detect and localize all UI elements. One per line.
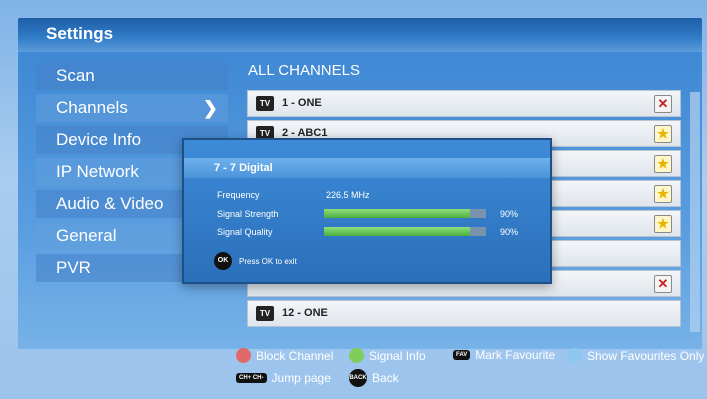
signal-info-dialog: 7 - 7 Digital Frequency 226.5 MHz Signal… [182, 138, 552, 284]
signal-strength-fill [324, 209, 470, 218]
chevron-right-icon: ❯ [202, 98, 218, 118]
favourite-star-icon: ★ [654, 185, 672, 203]
tv-icon: TV [256, 306, 274, 321]
signal-quality-bar [324, 227, 486, 236]
tv-icon: TV [256, 96, 274, 111]
channel-row[interactable]: TV 12 - ONE [247, 300, 681, 327]
signal-strength-bar [324, 209, 486, 218]
sidebar-item-label: IP Network [56, 162, 139, 181]
sidebar-item-label: Audio & Video [56, 194, 164, 213]
green-button-icon [349, 348, 364, 363]
favourite-star-icon: ★ [654, 155, 672, 173]
signal-strength-value: 90% [500, 209, 519, 219]
sidebar-item-label: PVR [56, 258, 91, 277]
sidebar-item-channels[interactable]: Channels ❯ [36, 94, 228, 122]
ok-hint: Press OK to exit [239, 257, 297, 266]
sidebar-item-label: Device Info [56, 130, 142, 149]
page-title: Settings [46, 24, 114, 43]
fav-key-icon: FAV [453, 350, 471, 360]
channel-row[interactable]: TV 1 - ONE ✕ [247, 90, 681, 117]
title-bar: Settings [18, 18, 702, 52]
frequency-label: Frequency [217, 190, 260, 200]
frequency-value: 226.5 MHz [326, 190, 370, 200]
channel-keys-icon: CH+ CH- [236, 373, 267, 383]
blocked-icon: ✕ [654, 275, 672, 293]
legend-back: BACK Back [349, 369, 399, 387]
signal-strength-label: Signal Strength [217, 209, 279, 219]
favourite-star-icon: ★ [654, 215, 672, 233]
sidebar-item-label: Channels [56, 98, 128, 117]
channel-list-title: ALL CHANNELS [248, 62, 360, 79]
back-key-icon: BACK [349, 369, 367, 387]
legend-label: Signal Info [369, 348, 426, 363]
dialog-title: 7 - 7 Digital [184, 158, 550, 178]
legend-label: Mark Favourite [475, 348, 556, 362]
legend-label: Block Channel [256, 348, 334, 363]
legend-mark-favourite: FAV Mark Favourite [453, 348, 555, 362]
blue-button-icon [567, 348, 582, 363]
signal-quality-label: Signal Quality [217, 227, 273, 237]
blocked-icon: ✕ [654, 95, 672, 113]
sidebar-item-label: General [56, 226, 117, 245]
favourite-star-icon: ★ [654, 125, 672, 143]
legend-signal-info: Signal Info [349, 348, 426, 363]
sidebar-item-label: Scan [56, 66, 95, 85]
channel-name: 1 - ONE [282, 97, 322, 109]
sidebar-item-scan[interactable]: Scan [36, 62, 228, 90]
scrollbar[interactable] [690, 92, 700, 332]
channel-name: 12 - ONE [282, 307, 328, 319]
legend-block-channel: Block Channel [236, 348, 333, 363]
legend-label: Show Favourites Only [587, 348, 705, 363]
legend-show-favourites: Show Favourites Only [567, 348, 704, 363]
signal-quality-value: 90% [500, 227, 519, 237]
legend-label: Jump page [271, 371, 331, 385]
legend-jump-page: CH+ CH- Jump page [236, 371, 331, 385]
legend-label: Back [372, 371, 399, 385]
ok-button[interactable]: OK [214, 252, 232, 270]
signal-quality-fill [324, 227, 470, 236]
red-button-icon [236, 348, 251, 363]
